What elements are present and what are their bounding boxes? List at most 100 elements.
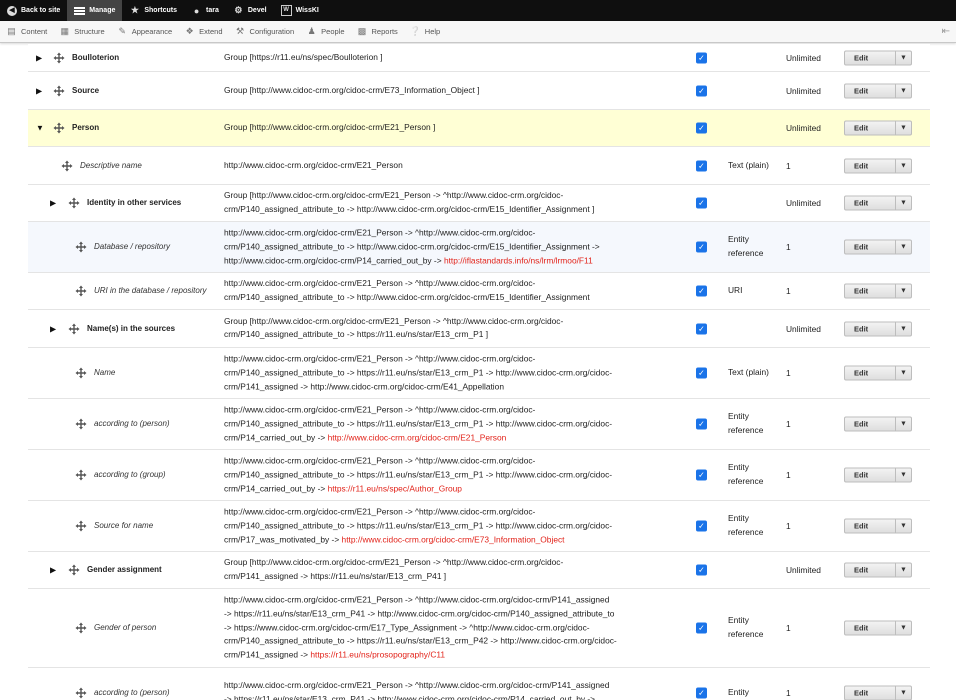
chevron-down-icon[interactable]: ▼ bbox=[895, 686, 911, 700]
enabled-checkbox[interactable]: ✓ bbox=[696, 564, 707, 576]
chevron-down-icon[interactable]: ▼ bbox=[895, 84, 911, 97]
tray-people[interactable]: ♟ People bbox=[300, 21, 350, 43]
enabled-checkbox[interactable]: ✓ bbox=[696, 122, 707, 134]
drag-handle-icon[interactable] bbox=[53, 122, 65, 134]
enabled-checkbox[interactable]: ✓ bbox=[696, 418, 707, 430]
drag-handle-icon[interactable] bbox=[75, 285, 87, 297]
chevron-down-icon[interactable]: ▼ bbox=[895, 468, 911, 482]
drag-handle-icon[interactable] bbox=[61, 160, 73, 172]
enabled-checkbox[interactable]: ✓ bbox=[696, 52, 707, 63]
edit-button[interactable]: Edit ▼ bbox=[844, 416, 912, 432]
collapse-arrow-icon[interactable]: ▼ bbox=[36, 124, 44, 133]
drag-handle-icon[interactable] bbox=[75, 367, 87, 379]
tray-appearance[interactable]: ✎ Appearance bbox=[111, 21, 178, 43]
expand-arrow-icon[interactable]: ▶ bbox=[50, 199, 56, 208]
bundle-link[interactable]: https://r11.eu/ns/spec/Author_Group bbox=[328, 483, 462, 493]
chevron-down-icon[interactable]: ▼ bbox=[895, 417, 911, 431]
edit-button[interactable]: Edit ▼ bbox=[844, 120, 912, 136]
edit-button[interactable]: Edit ▼ bbox=[844, 50, 912, 65]
table-row: ▶ Boulloterion Group [https://r11.eu/ns/sp… bbox=[28, 44, 930, 72]
user-tab[interactable]: ● tara bbox=[184, 0, 226, 21]
chevron-down-icon[interactable]: ▼ bbox=[895, 121, 911, 135]
edit-button[interactable]: Edit ▼ bbox=[844, 518, 912, 534]
expand-arrow-icon[interactable]: ▶ bbox=[36, 53, 42, 62]
devel-tab[interactable]: ⚙ Devel bbox=[226, 0, 274, 21]
chevron-down-icon[interactable]: ▼ bbox=[895, 563, 911, 577]
manage-tab[interactable]: Manage bbox=[67, 0, 123, 21]
edit-button[interactable]: Edit ▼ bbox=[844, 239, 912, 255]
chevron-down-icon[interactable]: ▼ bbox=[895, 196, 911, 210]
tray-help[interactable]: ❔ Help bbox=[404, 21, 446, 43]
enabled-checkbox[interactable]: ✓ bbox=[696, 241, 707, 253]
tray-reports[interactable]: ▩ Reports bbox=[351, 21, 404, 43]
chevron-down-icon[interactable]: ▼ bbox=[895, 51, 911, 64]
admin-tray: ▤ Content ▦ Structure ✎ Appearance ❖ Extend … bbox=[0, 21, 956, 43]
drag-handle-icon[interactable] bbox=[68, 323, 80, 335]
shortcuts-tab[interactable]: ★ Shortcuts bbox=[122, 0, 184, 21]
enabled-checkbox[interactable]: ✓ bbox=[696, 285, 707, 297]
tray-reports-label: Reports bbox=[371, 27, 398, 36]
chevron-down-icon[interactable]: ▼ bbox=[895, 240, 911, 254]
path-line: -> https://www.cidoc-crm.org/cidoc-crm/E… bbox=[224, 622, 590, 633]
chevron-down-icon[interactable]: ▼ bbox=[895, 284, 911, 298]
enabled-checkbox[interactable]: ✓ bbox=[696, 323, 707, 334]
drag-handle-icon[interactable] bbox=[53, 52, 65, 64]
path-description: Group [http://www.cidoc-crm.org/cidoc-cr… bbox=[224, 121, 680, 135]
bundle-link[interactable]: http://www.cidoc-crm.org/cidoc-crm/E73_I… bbox=[342, 534, 565, 544]
tray-content[interactable]: ▤ Content bbox=[0, 21, 53, 43]
edit-button[interactable]: Edit ▼ bbox=[844, 321, 912, 336]
edit-button[interactable]: Edit ▼ bbox=[844, 620, 912, 636]
drag-handle-icon[interactable] bbox=[53, 85, 65, 97]
enabled-checkbox[interactable]: ✓ bbox=[696, 85, 707, 96]
path-line: http://www.cidoc-crm.org/cidoc-crm/E21_P… bbox=[224, 594, 610, 605]
drag-handle-icon[interactable] bbox=[68, 564, 80, 576]
edit-button[interactable]: Edit ▼ bbox=[844, 283, 912, 299]
enabled-checkbox[interactable]: ✓ bbox=[696, 469, 707, 481]
chevron-down-icon[interactable]: ▼ bbox=[895, 519, 911, 533]
expand-arrow-icon[interactable]: ▶ bbox=[50, 324, 56, 333]
edit-button[interactable]: Edit ▼ bbox=[844, 685, 912, 700]
bundle-link[interactable]: http://www.cidoc-crm.org/cidoc-crm/E21_P… bbox=[328, 432, 507, 442]
drag-handle-icon[interactable] bbox=[75, 469, 87, 481]
drag-handle-icon[interactable] bbox=[75, 520, 87, 532]
path-name: Name bbox=[94, 368, 116, 377]
tray-configuration[interactable]: ⚒ Configuration bbox=[229, 21, 301, 43]
wisski-tab[interactable]: W WissKI bbox=[274, 0, 326, 21]
cardinality: Unlimited bbox=[786, 123, 821, 133]
bundle-link[interactable]: http://iflastandards.info/ns/lrm/lrmoo/F… bbox=[444, 255, 593, 265]
path-name: Database / repository bbox=[94, 242, 171, 251]
edit-button[interactable]: Edit ▼ bbox=[844, 195, 912, 211]
path-description: http://www.cidoc-crm.org/cidoc-crm/E21_P… bbox=[224, 403, 680, 444]
enabled-checkbox[interactable]: ✓ bbox=[696, 367, 707, 379]
chevron-down-icon[interactable]: ▼ bbox=[895, 159, 911, 172]
chevron-down-icon[interactable]: ▼ bbox=[895, 322, 911, 335]
enabled-checkbox[interactable]: ✓ bbox=[696, 160, 707, 171]
back-to-site-link[interactable]: ◀ Back to site bbox=[0, 0, 67, 21]
drag-handle-icon[interactable] bbox=[75, 622, 87, 634]
tray-orientation-toggle-icon[interactable]: ⇤ bbox=[942, 26, 950, 37]
tray-extend[interactable]: ❖ Extend bbox=[178, 21, 228, 43]
edit-button[interactable]: Edit ▼ bbox=[844, 365, 912, 381]
drag-handle-icon[interactable] bbox=[68, 197, 80, 209]
edit-button[interactable]: Edit ▼ bbox=[844, 83, 912, 98]
tray-structure[interactable]: ▦ Structure bbox=[53, 21, 110, 43]
enabled-checkbox[interactable]: ✓ bbox=[696, 687, 707, 699]
path-line: http://www.cidoc-crm.org/cidoc-crm/E21_P… bbox=[224, 404, 536, 415]
expand-arrow-icon[interactable]: ▶ bbox=[50, 566, 56, 575]
drag-handle-icon[interactable] bbox=[75, 418, 87, 430]
chevron-down-icon[interactable]: ▼ bbox=[895, 621, 911, 635]
bundle-link[interactable]: https://r11.eu/ns/prosopography/C11 bbox=[310, 650, 445, 660]
bar-chart-icon: ▩ bbox=[357, 26, 367, 36]
expand-arrow-icon[interactable]: ▶ bbox=[36, 86, 42, 95]
drag-handle-icon[interactable] bbox=[75, 687, 87, 699]
edit-button[interactable]: Edit ▼ bbox=[844, 562, 912, 578]
devel-label: Devel bbox=[247, 7, 267, 14]
drag-handle-icon[interactable] bbox=[75, 241, 87, 253]
enabled-checkbox[interactable]: ✓ bbox=[696, 622, 707, 634]
tray-content-label: Content bbox=[21, 27, 48, 36]
chevron-down-icon[interactable]: ▼ bbox=[895, 366, 911, 380]
edit-button[interactable]: Edit ▼ bbox=[844, 467, 912, 483]
enabled-checkbox[interactable]: ✓ bbox=[696, 197, 707, 209]
edit-button[interactable]: Edit ▼ bbox=[844, 158, 912, 173]
enabled-checkbox[interactable]: ✓ bbox=[696, 520, 707, 532]
